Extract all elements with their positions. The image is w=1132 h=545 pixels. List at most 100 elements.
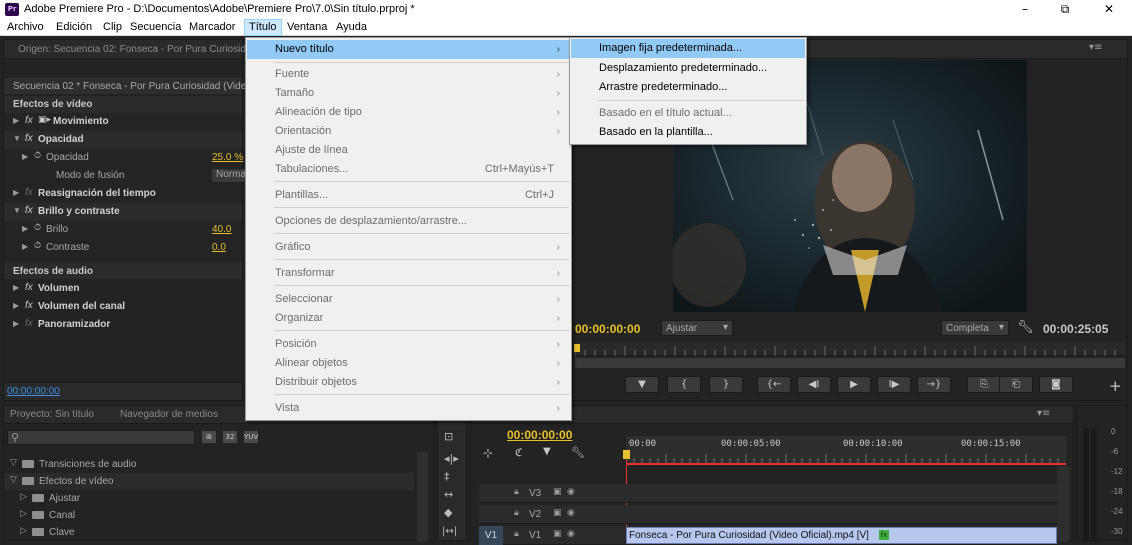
- audio-effect-row[interactable]: ▶ fx Panoramizador: [4, 316, 242, 334]
- track-target-v1[interactable]: V1: [479, 526, 503, 545]
- lock-icon[interactable]: 🔒︎: [514, 487, 519, 497]
- effect-row[interactable]: ▶ ⏱ Brillo 40.0: [4, 221, 242, 239]
- collapse-arrow-icon[interactable]: ▼: [13, 206, 21, 215]
- add-marker-icon[interactable]: ▼: [543, 446, 551, 457]
- panel-menu-icon[interactable]: ▾≡: [1089, 42, 1102, 53]
- audio-effect-row[interactable]: ▶ fx Volumen del canal: [4, 298, 242, 316]
- titulo-menu-item[interactable]: Distribuir objetos ›: [247, 373, 570, 392]
- effect-row[interactable]: ▶ ⏱ Contraste 0.0: [4, 239, 242, 257]
- quality-dropdown[interactable]: Completa ▾: [941, 320, 1009, 336]
- blend-mode-dropdown[interactable]: Norma: [212, 169, 246, 182]
- project-scrollbar[interactable]: [417, 452, 428, 542]
- tree-item[interactable]: ▽ Efectos de vídeo: [4, 473, 414, 490]
- effect-value[interactable]: 0.0: [212, 242, 226, 253]
- eye-icon[interactable]: ◉: [567, 529, 575, 539]
- effect-controls-timecode[interactable]: 00:00:00:00: [7, 386, 60, 397]
- titulo-menu-item[interactable]: Orientación ›: [247, 122, 570, 141]
- effect-row[interactable]: ▼ fx Brillo y contraste: [4, 203, 242, 221]
- video-track[interactable]: 🔒︎ V2 ▣ ◉: [479, 505, 1057, 524]
- snap-icon[interactable]: ⊹: [483, 446, 493, 460]
- expand-arrow-icon[interactable]: ▶: [22, 152, 28, 161]
- fx-badge-icon[interactable]: fx: [25, 282, 33, 293]
- menu-archivo[interactable]: Archivo: [3, 19, 48, 36]
- new-bin-icon[interactable]: ⊞: [202, 431, 216, 443]
- extract-icon[interactable]: ⎗: [999, 376, 1033, 393]
- film-icon[interactable]: ▣: [553, 508, 562, 518]
- effect-row[interactable]: Modo de fusión Norma: [4, 167, 246, 185]
- titulo-menu-item[interactable]: Posición ›: [247, 335, 570, 354]
- titulo-menu-item[interactable]: Ajuste de línea: [247, 141, 570, 160]
- titulo-menu-item[interactable]: Seleccionar ›: [247, 290, 570, 309]
- effect-row[interactable]: ▼ fx Opacidad: [4, 131, 242, 149]
- fx-badge-icon[interactable]: fx: [25, 115, 33, 126]
- film-icon[interactable]: ▣: [553, 487, 562, 497]
- ripple-edit-tool-icon[interactable]: ◂|▸: [444, 452, 459, 465]
- collapse-arrow-icon[interactable]: ▼: [13, 134, 21, 143]
- search-input[interactable]: ⚲: [7, 430, 195, 445]
- fx-badge-icon[interactable]: fx: [25, 205, 33, 216]
- lock-icon[interactable]: 🔒︎: [514, 508, 519, 518]
- titulo-menu-item[interactable]: Organizar ›: [247, 309, 570, 328]
- expand-arrow-icon[interactable]: ▶: [22, 224, 28, 233]
- video-clip[interactable]: Fonseca - Por Pura Curiosidad (Video Ofi…: [626, 527, 1057, 544]
- menu-titulo[interactable]: Título: [244, 19, 282, 36]
- tab-source[interactable]: Origen: Secuencia 02: Fonseca - Por Pura…: [18, 44, 246, 55]
- nuevo-titulo-submenu-item[interactable]: Basado en la plantilla...: [571, 123, 805, 142]
- collapse-arrow-icon[interactable]: ▽: [10, 458, 17, 468]
- playhead-marker[interactable]: [574, 344, 580, 352]
- yuv-icon[interactable]: YUV: [244, 431, 258, 443]
- track-select-tool-icon[interactable]: ⊡: [444, 430, 453, 443]
- close-button[interactable]: ✕: [1092, 0, 1126, 19]
- tree-item[interactable]: ▽ Transiciones de audio: [4, 456, 414, 473]
- export-frame-icon[interactable]: ◙: [1039, 376, 1073, 393]
- film-icon[interactable]: ▣: [553, 529, 562, 539]
- eye-icon[interactable]: ◉: [567, 508, 575, 518]
- fx-badge-icon[interactable]: fx: [879, 530, 889, 540]
- tree-item[interactable]: ▷ Ajustar: [4, 490, 414, 507]
- eye-icon[interactable]: ◉: [567, 487, 575, 497]
- program-timecode[interactable]: 00:00:00:00: [575, 322, 640, 336]
- expand-arrow-icon[interactable]: ▶: [13, 283, 19, 292]
- timeline-settings-icon[interactable]: 🔧︎: [571, 446, 585, 459]
- fx-badge-icon[interactable]: fx: [25, 187, 33, 198]
- program-scrub-bar[interactable]: [574, 342, 1125, 356]
- timeline-scrollbar[interactable]: [1057, 466, 1069, 542]
- step-forward-icon[interactable]: I▶: [877, 376, 911, 393]
- add-marker-icon[interactable]: ▼: [625, 376, 659, 393]
- lock-icon[interactable]: 🔒︎: [514, 529, 519, 539]
- play-icon[interactable]: ▶: [837, 376, 871, 393]
- razor-tool-icon[interactable]: ◆: [444, 506, 452, 519]
- 32bit-icon[interactable]: 32: [223, 431, 237, 443]
- stopwatch-icon[interactable]: ⏱: [34, 241, 41, 251]
- fx-badge-icon[interactable]: fx: [25, 318, 33, 329]
- titulo-menu-item[interactable]: Plantillas... Ctrl+J: [247, 186, 570, 205]
- effect-row[interactable]: ▶ ⏱ Opacidad 25.0 %: [4, 149, 243, 167]
- timeline-timecode[interactable]: 00:00:00:00: [507, 428, 572, 442]
- nuevo-titulo-submenu-item[interactable]: Imagen fija predeterminada...: [571, 39, 805, 58]
- nuevo-titulo-submenu-item[interactable]: Arrastre predeterminado...: [571, 78, 805, 97]
- titulo-menu-item[interactable]: Tabulaciones... Ctrl+Mayús+T: [247, 160, 570, 179]
- expand-arrow-icon[interactable]: ▶: [13, 301, 19, 310]
- expand-arrow-icon[interactable]: ▶: [13, 319, 19, 328]
- menu-marcador[interactable]: Marcador: [185, 19, 239, 36]
- video-track[interactable]: V1 🔒︎ V1 ▣ ◉ Fonseca - Por Pura Curiosidad (V…: [479, 526, 1057, 545]
- expand-arrow-icon[interactable]: ▷: [20, 492, 27, 502]
- expand-arrow-icon[interactable]: ▷: [20, 509, 27, 519]
- rate-stretch-tool-icon[interactable]: ↔: [444, 488, 453, 501]
- titulo-menu-item[interactable]: Alinear objetos ›: [247, 354, 570, 373]
- fx-badge-icon[interactable]: fx: [25, 133, 33, 144]
- titulo-menu-item[interactable]: Gráfico ›: [247, 238, 570, 257]
- expand-arrow-icon[interactable]: ▶: [13, 188, 19, 197]
- wrench-icon[interactable]: 🔧︎: [1017, 320, 1034, 335]
- audio-effect-row[interactable]: ▶ fx Volumen: [4, 280, 242, 298]
- add-button-icon[interactable]: +: [1109, 377, 1122, 395]
- expand-arrow-icon[interactable]: ▷: [20, 526, 27, 536]
- menu-clip[interactable]: Clip: [99, 19, 126, 36]
- playhead-handle[interactable]: [623, 450, 630, 459]
- mark-out-icon[interactable]: }: [709, 376, 743, 393]
- fx-badge-icon[interactable]: fx: [25, 300, 33, 311]
- maximize-button[interactable]: ⧉: [1048, 0, 1082, 19]
- nuevo-titulo-submenu-item[interactable]: Desplazamiento predeterminado...: [571, 59, 805, 78]
- titulo-menu-item[interactable]: Transformar ›: [247, 264, 570, 283]
- video-track[interactable]: 🔒︎ V3 ▣ ◉: [479, 484, 1057, 503]
